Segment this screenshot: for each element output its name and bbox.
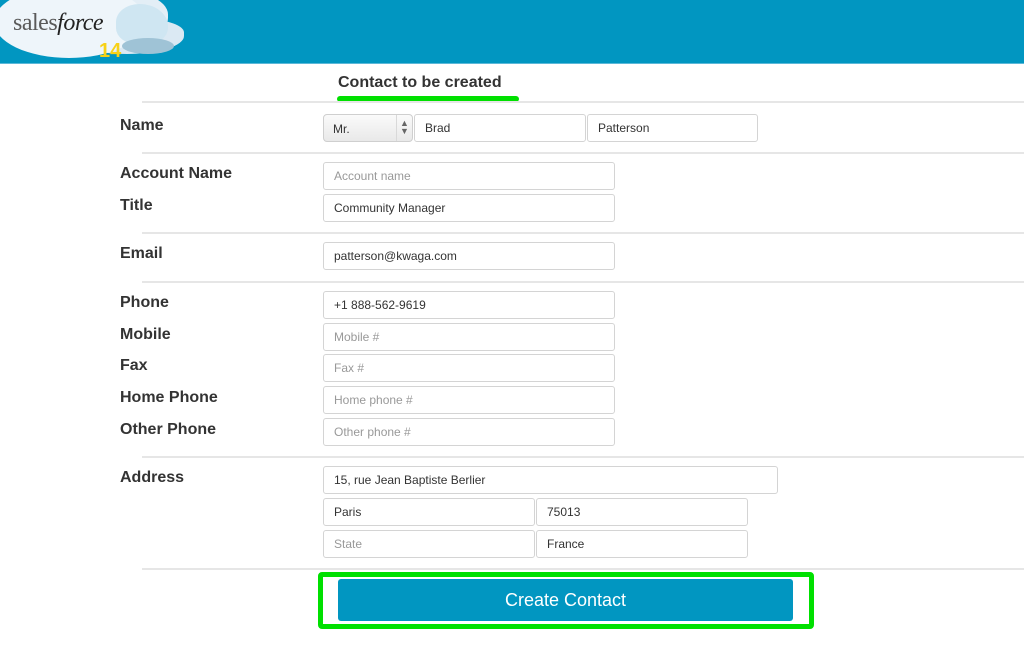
phone-input[interactable] bbox=[323, 291, 615, 319]
other-phone-input[interactable] bbox=[323, 418, 615, 446]
mobile-input[interactable] bbox=[323, 323, 615, 351]
logo-text: salesforce bbox=[13, 10, 104, 36]
first-name-input[interactable] bbox=[414, 114, 586, 142]
postal-code-input[interactable] bbox=[536, 498, 748, 526]
country-input[interactable] bbox=[536, 530, 748, 558]
salesforce-logo[interactable]: salesforce 14 bbox=[0, 0, 180, 63]
home-phone-label: Home Phone bbox=[120, 389, 218, 406]
phone-label: Phone bbox=[120, 294, 169, 311]
email-input[interactable] bbox=[323, 242, 615, 270]
divider bbox=[142, 456, 1024, 458]
ice-floe-icon bbox=[122, 38, 174, 54]
name-label: Name bbox=[120, 117, 164, 134]
email-label: Email bbox=[120, 245, 163, 262]
city-input[interactable] bbox=[323, 498, 535, 526]
title-label: Title bbox=[120, 197, 153, 214]
salutation-value: Mr. bbox=[333, 122, 350, 136]
select-separator bbox=[396, 115, 397, 141]
section-title: Contact to be created bbox=[338, 74, 502, 91]
salutation-select[interactable]: Mr. ▲ ▼ bbox=[323, 114, 413, 142]
other-phone-label: Other Phone bbox=[120, 421, 217, 438]
title-input[interactable] bbox=[323, 194, 615, 222]
fax-input[interactable] bbox=[323, 354, 615, 382]
account-name-label: Account Name bbox=[120, 165, 233, 182]
address-label: Address bbox=[120, 469, 185, 486]
divider bbox=[142, 281, 1024, 283]
divider bbox=[142, 232, 1024, 234]
account-name-input[interactable] bbox=[323, 162, 615, 190]
create-contact-button[interactable]: Create Contact bbox=[338, 579, 793, 621]
home-phone-input[interactable] bbox=[323, 386, 615, 414]
divider bbox=[142, 568, 1024, 570]
updown-arrows-icon: ▲ ▼ bbox=[400, 118, 409, 136]
fax-label: Fax bbox=[120, 357, 148, 374]
divider bbox=[142, 101, 1024, 103]
logo-version: 14 bbox=[99, 40, 122, 62]
divider bbox=[142, 152, 1024, 154]
street-input[interactable] bbox=[323, 466, 778, 494]
app-header: salesforce 14 bbox=[0, 0, 1024, 64]
state-input[interactable] bbox=[323, 530, 535, 558]
mobile-label: Mobile bbox=[120, 326, 171, 343]
last-name-input[interactable] bbox=[587, 114, 758, 142]
